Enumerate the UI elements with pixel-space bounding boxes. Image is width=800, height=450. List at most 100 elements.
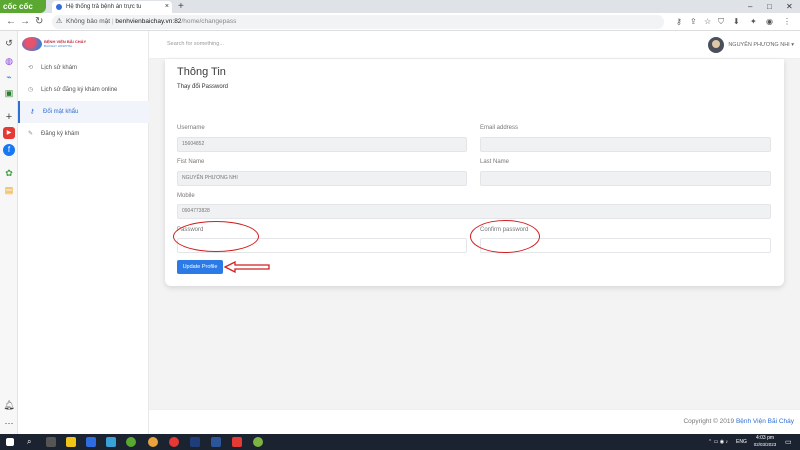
user-menu[interactable]: NGUYỄN PHƯƠNG NHI ▾ [708, 37, 794, 53]
minimize-icon[interactable]: – [748, 0, 752, 13]
game-icon[interactable]: ▣ [3, 87, 15, 99]
arrow-annotation-icon [223, 261, 270, 273]
mobile-field[interactable]: 0904773828 [177, 204, 771, 219]
page-subtitle: Thay đổi Password [177, 84, 229, 90]
avatar [708, 37, 725, 53]
chevron-down-icon: ▾ [791, 42, 794, 48]
close-window-icon[interactable]: ✕ [786, 0, 793, 13]
sidebar-item-lich-su-dang-ky[interactable]: ◷ Lịch sử đăng ký khám online [18, 79, 149, 101]
reload-icon[interactable]: ↻ [35, 15, 43, 29]
sidebar-item-label: Lịch sử khám [41, 65, 78, 71]
warning-icon: ⚠ [56, 18, 63, 25]
app-sidebar: BỆNH VIỆN BÃI CHÁY BAICHAY HOSPITAL ⟲ Lị… [18, 31, 149, 434]
facebook-icon[interactable]: f [3, 144, 15, 156]
browser-tab[interactable]: Hệ thống trả bệnh án trực tu × [52, 1, 172, 13]
key-icon[interactable]: ⚷ [676, 16, 682, 28]
task-view-icon[interactable] [46, 437, 56, 447]
user-name: NGUYỄN PHƯƠNG NHI [728, 42, 790, 48]
forward-icon[interactable]: → [20, 15, 30, 29]
tab-favicon-icon [56, 4, 62, 10]
menu-icon[interactable]: ⋮ [783, 16, 791, 28]
key-icon: ⚷ [30, 109, 35, 115]
browser-tab-bar: cốc cốc Hệ thống trả bệnh án trực tu × +… [0, 0, 800, 13]
browser-sidebar: ↺ ◍ ⌁ ▣ + ▶ f ✿ ▤ 🔔︎ ⋯ [0, 31, 18, 434]
stats-icon[interactable]: ⌁ [3, 71, 15, 83]
update-profile-button[interactable]: Update Profile [177, 260, 223, 274]
url-field[interactable]: ⚠ Không bảo mật | benhvienbaichay.vn:82/… [52, 15, 664, 29]
youtube-icon[interactable]: ▶ [3, 127, 15, 139]
sidebar-item-lich-su-kham[interactable]: ⟲ Lịch sử khám [18, 57, 149, 79]
back-icon[interactable]: ← [6, 15, 16, 29]
word-icon[interactable] [211, 437, 221, 447]
first-name-field[interactable]: NGUYỄN PHƯƠNG NHI [177, 171, 467, 186]
tab-title: Hệ thống trả bệnh án trực tu [66, 4, 142, 10]
more-icon[interactable]: ⋯ [3, 417, 15, 429]
new-tab-button[interactable]: + [178, 0, 184, 13]
mobile-label: Mobile [177, 193, 195, 199]
copyright-brand[interactable]: Bệnh Viện Bãi Cháy [736, 418, 794, 425]
taskbar: ⌕ ⌃ ▭ ◉ ♪ ENG 4:03 pm 02/03/2023 ▭ [0, 434, 800, 450]
email-field[interactable] [480, 137, 771, 152]
file-explorer-icon[interactable] [66, 437, 76, 447]
share-icon[interactable]: ⇪ [690, 16, 697, 28]
app-icon[interactable] [232, 437, 242, 447]
history-icon[interactable]: ↺ [3, 37, 15, 49]
page-footer: Copyright © 2019 Bệnh Viện Bãi Cháy [149, 409, 800, 434]
sidebar-item-label: Đăng ký khám [41, 131, 80, 137]
start-icon[interactable] [6, 438, 14, 446]
logo-subtext: BAICHAY HOSPITAL [44, 44, 73, 48]
language-indicator[interactable]: ENG [736, 439, 747, 445]
history-icon: ⟲ [28, 65, 34, 71]
messenger-icon[interactable]: ◍ [3, 55, 15, 67]
page-title: Thông Tin [177, 66, 226, 78]
sidebar-item-label: Đổi mật khẩu [43, 109, 79, 115]
app-header: Search for something... NGUYỄN PHƯƠNG NH… [149, 31, 800, 59]
url-host: benhvienbaichay.vn:82 [115, 18, 182, 25]
email-label: Email address [480, 125, 519, 131]
search-icon[interactable]: ⌕ [27, 437, 31, 447]
mail-icon[interactable] [106, 437, 116, 447]
username-label: Username [177, 125, 205, 131]
username-field[interactable]: 15604852 [177, 137, 467, 152]
opera-icon[interactable] [169, 437, 179, 447]
tray-icons[interactable]: ⌃ ▭ ◉ ♪ [708, 439, 728, 445]
coccoc-taskbar-icon[interactable] [126, 437, 136, 447]
download-icon[interactable]: ⬇ [733, 16, 740, 28]
profile-icon[interactable]: ◉ [766, 16, 773, 28]
last-name-label: Last Name [480, 159, 510, 165]
search-input[interactable]: Search for something... [167, 41, 224, 47]
sidebar-item-label: Lịch sử đăng ký khám online [41, 87, 118, 93]
notification-center-icon[interactable]: ▭ [785, 438, 792, 446]
hospital-logo[interactable]: BỆNH VIỆN BÃI CHÁY BAICHAY HOSPITAL [20, 33, 86, 55]
clock-icon: ◷ [28, 87, 34, 93]
notes-icon[interactable]: ▤ [3, 184, 15, 196]
coccoc-icon[interactable]: ✿ [3, 167, 15, 179]
photoshop-icon[interactable] [190, 437, 200, 447]
profile-card: Thông Tin Thay đổi Password Username 156… [165, 59, 784, 286]
confirm-annotation-ellipse [470, 220, 540, 253]
address-bar-row: ← → ↻ ⚠ Không bảo mật | benhvienbaichay.… [0, 13, 800, 31]
shield-icon[interactable]: ⛉ [718, 16, 724, 28]
extensions-icon[interactable]: ✦ [750, 16, 757, 28]
copyright-text: Copyright © 2019 Bệnh Viện Bãi Cháy [683, 418, 794, 425]
copyright-label: Copyright © 2019 [683, 418, 735, 425]
app2-icon[interactable] [253, 437, 263, 447]
maximize-icon[interactable]: □ [767, 0, 772, 13]
sidebar-item-dang-ky-kham[interactable]: ✎ Đăng ký khám [18, 123, 149, 145]
password-annotation-ellipse [173, 221, 259, 252]
clock-date[interactable]: 02/03/2023 [750, 442, 780, 447]
add-icon[interactable]: + [3, 111, 15, 123]
store-icon[interactable] [86, 437, 96, 447]
clock-time[interactable]: 4:03 pm [753, 435, 777, 441]
logo-mark [22, 37, 42, 51]
sidebar-item-doi-mat-khau[interactable]: ⚷ Đổi mật khẩu [18, 101, 149, 123]
last-name-field[interactable] [480, 171, 771, 186]
url-not-secure: Không bảo mật [66, 18, 111, 25]
first-name-label: Fist Name [177, 159, 205, 165]
coccoc-logo[interactable]: cốc cốc [0, 0, 46, 13]
url-path: /home/changepass [181, 18, 237, 25]
chrome-icon[interactable] [148, 437, 158, 447]
star-icon[interactable]: ☆ [704, 16, 711, 28]
close-tab-icon[interactable]: × [165, 1, 169, 13]
notification-icon[interactable]: 🔔︎ [3, 399, 15, 411]
